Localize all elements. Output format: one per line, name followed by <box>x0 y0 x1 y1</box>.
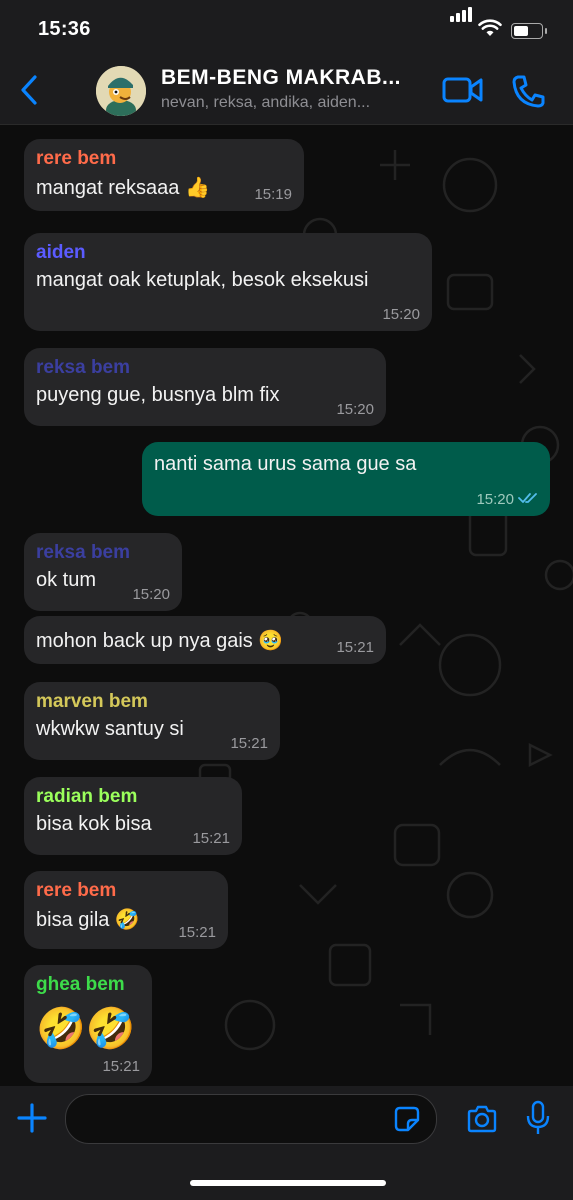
plus-icon[interactable] <box>16 1102 48 1134</box>
message-timestamp: 15:20 <box>382 306 420 323</box>
microphone-icon[interactable] <box>525 1100 551 1136</box>
wifi-icon <box>478 19 502 36</box>
message-text: nanti sama urus sama gue sa <box>154 453 417 475</box>
incoming-message-bubble[interactable]: reksa bem ok tum 15:20 <box>24 533 182 611</box>
incoming-message-bubble[interactable]: mohon back up nya gais 🥹 15:21 <box>24 616 386 664</box>
back-chevron-icon[interactable] <box>18 74 42 106</box>
message-sender[interactable]: radian bem <box>36 786 137 808</box>
message-text: puyeng gue, busnya blm fix <box>36 384 280 406</box>
message-text: wkwkw santuy si <box>36 718 184 740</box>
camera-icon[interactable] <box>466 1105 498 1133</box>
message-text: ok tum <box>36 569 97 591</box>
message-text: mangat oak ketuplak, besok eksekusi <box>36 269 369 291</box>
message-timestamp: 15:21 <box>230 735 268 752</box>
message-text: mangat reksaaa 👍 <box>36 177 210 199</box>
message-text: bisa gila 🤣 <box>36 909 140 931</box>
status-bar: 15:36 <box>0 0 573 56</box>
message-timestamp: 15:21 <box>178 924 216 941</box>
chat-title[interactable]: BEM-BENG MAKRAB... <box>161 66 401 90</box>
message-timestamp: 15:19 <box>254 186 292 203</box>
group-avatar[interactable] <box>96 66 146 116</box>
incoming-message-bubble[interactable]: rere bem bisa gila 🤣 15:21 <box>24 871 228 949</box>
phone-call-icon[interactable] <box>510 74 546 108</box>
message-input[interactable] <box>65 1094 437 1144</box>
message-timestamp: 15:20 <box>476 491 514 508</box>
message-timestamp: 15:21 <box>336 639 374 656</box>
message-sender[interactable]: rere bem <box>36 880 116 902</box>
composer-bar <box>0 1086 573 1200</box>
incoming-message-bubble[interactable]: aiden mangat oak ketuplak, besok eksekusi… <box>24 233 432 331</box>
home-indicator <box>190 1180 386 1186</box>
video-call-icon[interactable] <box>442 74 484 106</box>
message-sender[interactable]: reksa bem <box>36 542 130 564</box>
message-timestamp: 15:20 <box>132 586 170 603</box>
message-timestamp: 15:21 <box>192 830 230 847</box>
chat-members[interactable]: nevan, reksa, andika, aiden... <box>161 94 370 112</box>
message-sender[interactable]: reksa bem <box>36 357 130 379</box>
message-text: bisa kok bisa <box>36 813 152 835</box>
outgoing-message-bubble[interactable]: nanti sama urus sama gue sa 15:20 <box>142 442 550 516</box>
message-timestamp: 15:20 <box>336 401 374 418</box>
chat-header: BEM-BENG MAKRAB... nevan, reksa, andika,… <box>0 56 573 125</box>
message-text: mohon back up nya gais 🥹 <box>36 630 284 652</box>
incoming-message-bubble[interactable]: marven bem wkwkw santuy si 15:21 <box>24 682 280 760</box>
battery-icon <box>511 23 547 39</box>
message-list[interactable]: rere bem mangat reksaaa 👍 15:19 aiden mangat… <box>0 125 573 1086</box>
message-sender[interactable]: marven bem <box>36 691 148 713</box>
sticker-icon[interactable] <box>394 1106 420 1132</box>
message-sender[interactable]: aiden <box>36 242 86 264</box>
incoming-message-bubble[interactable]: ghea bem 🤣🤣 15:21 <box>24 965 152 1083</box>
message-sender[interactable]: ghea bem <box>36 974 125 996</box>
incoming-message-bubble[interactable]: reksa bem puyeng gue, busnya blm fix 15:20 <box>24 348 386 426</box>
battery-level <box>514 26 528 36</box>
status-time: 15:36 <box>38 18 91 40</box>
incoming-message-bubble[interactable]: rere bem mangat reksaaa 👍 15:19 <box>24 139 304 211</box>
message-timestamp: 15:21 <box>102 1058 140 1075</box>
incoming-message-bubble[interactable]: radian bem bisa kok bisa 15:21 <box>24 777 242 855</box>
read-receipt-icon <box>518 493 537 503</box>
message-sender[interactable]: rere bem <box>36 148 116 170</box>
message-text: 🤣🤣 <box>36 1007 136 1051</box>
